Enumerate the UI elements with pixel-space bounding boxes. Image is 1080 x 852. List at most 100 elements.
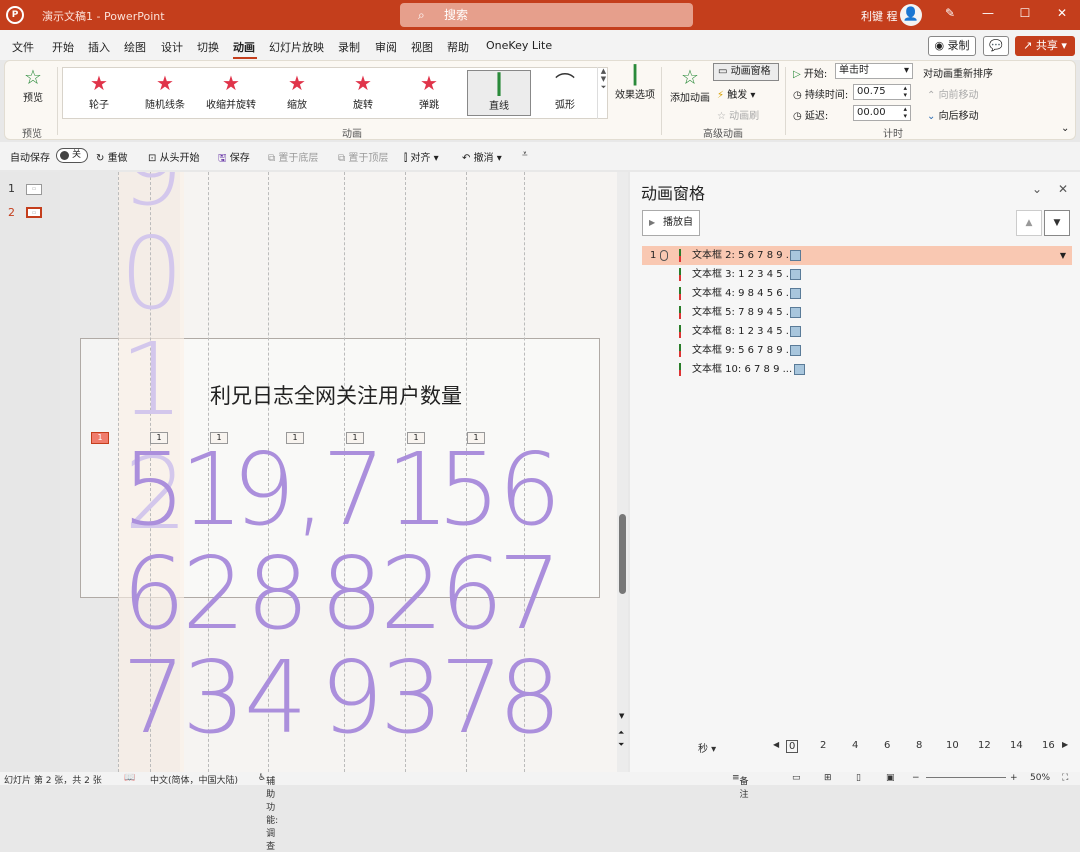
tab-design[interactable]: 设计: [161, 39, 183, 55]
save-button[interactable]: 🖫 保存: [218, 149, 250, 168]
add-animation-button[interactable]: ☆ 添加动画: [669, 65, 711, 104]
timing-bar[interactable]: [790, 269, 801, 280]
slide-thumbnail-2[interactable]: ▭: [26, 207, 42, 218]
zoom-in-icon[interactable]: +: [1010, 773, 1018, 783]
preview-button[interactable]: ☆ 预览: [19, 65, 47, 104]
bring-to-front-button[interactable]: ⧉ 置于顶层: [338, 149, 388, 164]
animation-item[interactable]: 文本框 9: 5 6 7 8 9 ...: [642, 341, 1072, 360]
scroll-down-icon[interactable]: ▼: [619, 712, 624, 720]
comment-icon[interactable]: 💬: [983, 36, 1009, 56]
effect-options-button[interactable]: ┃ 效果选项: [613, 65, 657, 101]
scroll-thumb[interactable]: [619, 514, 626, 594]
effect-wheel[interactable]: ★ 轮子: [67, 70, 131, 116]
tab-help[interactable]: 帮助: [447, 39, 469, 55]
pane-close-icon[interactable]: ✕: [1058, 182, 1068, 196]
timeline-unit[interactable]: 秒 ▾: [698, 740, 716, 755]
tab-onekey[interactable]: OneKey Lite: [486, 39, 552, 52]
zoom-level[interactable]: 50%: [1030, 773, 1050, 783]
record-button[interactable]: ◉ 录制: [928, 36, 976, 56]
pen-icon[interactable]: ✎: [940, 6, 960, 20]
undo-button[interactable]: ↶ 撤消 ▾: [462, 149, 502, 164]
duration-input[interactable]: 00.75 ▴ ▾: [853, 84, 911, 100]
notes-button[interactable]: ≡ 备注: [732, 773, 749, 800]
timing-bar[interactable]: [790, 326, 801, 337]
effect-zoom[interactable]: ★ 缩放: [265, 70, 329, 116]
accessibility-status[interactable]: ♿ 辅助功能: 调查: [258, 773, 278, 852]
timeline-right-icon[interactable]: ▶: [1062, 740, 1068, 749]
spinner-icon[interactable]: ▴ ▾: [903, 106, 907, 120]
animation-item[interactable]: 文本框 5: 7 8 9 4 5 ...: [642, 303, 1072, 322]
tab-home[interactable]: 开始: [52, 39, 74, 55]
canvas-scrollbar[interactable]: ▼ ⏶ ⏷: [617, 172, 628, 772]
maximize-icon[interactable]: ☐: [1015, 6, 1035, 20]
tab-view[interactable]: 视图: [411, 39, 433, 55]
animation-pane-button[interactable]: ▭ 动画窗格: [713, 63, 779, 81]
effect-random-bars[interactable]: ★ 随机线条: [133, 70, 197, 116]
animation-painter-button[interactable]: ☆ 动画刷: [717, 107, 759, 122]
animation-item[interactable]: 文本框 10: 6 7 8 9 ...: [642, 360, 1072, 379]
tab-animations[interactable]: 动画: [233, 39, 255, 55]
align-button[interactable]: ⫿ 对齐 ▾: [404, 149, 439, 164]
effect-arcs[interactable]: ⌒ 弧形: [533, 70, 597, 116]
tab-review[interactable]: 审阅: [375, 39, 397, 55]
move-up-button[interactable]: ▲: [1016, 210, 1042, 236]
timing-bar[interactable]: [794, 364, 805, 375]
sorter-view-icon[interactable]: ⊞: [824, 773, 832, 783]
previous-slide-icon[interactable]: ⏶: [618, 728, 624, 738]
animation-item[interactable]: 文本框 3: 1 2 3 4 5 ...: [642, 265, 1072, 284]
spinner-icon[interactable]: ▴ ▾: [903, 85, 907, 99]
effect-bounce[interactable]: ★ 弹跳: [397, 70, 461, 116]
autosave-toggle[interactable]: 关: [56, 148, 88, 163]
effect-shrink-turn[interactable]: ★ 收缩并旋转: [199, 70, 263, 116]
close-icon[interactable]: ✕: [1052, 6, 1072, 20]
animation-item[interactable]: 1 文本框 2: 5 6 7 8 9 ... ▼: [642, 246, 1072, 265]
normal-view-icon[interactable]: ▭: [792, 773, 801, 783]
tab-insert[interactable]: 插入: [88, 39, 110, 55]
tab-record[interactable]: 录制: [338, 39, 360, 55]
slide-thumbnail-1[interactable]: ▭: [26, 184, 42, 195]
share-button[interactable]: ↗ 共享 ▾: [1015, 36, 1075, 56]
timing-bar[interactable]: [790, 250, 801, 261]
delay-input[interactable]: 00.00 ▴ ▾: [853, 105, 911, 121]
animation-tag[interactable]: 1: [91, 432, 109, 444]
next-slide-icon[interactable]: ⏷: [618, 740, 624, 750]
slideshow-view-icon[interactable]: ▣: [886, 773, 895, 783]
move-down-button[interactable]: ▼: [1044, 210, 1070, 236]
timeline-left-icon[interactable]: ◀: [773, 740, 779, 749]
tab-draw[interactable]: 绘图: [124, 39, 146, 55]
spellcheck-icon[interactable]: 📖: [124, 773, 135, 783]
collapse-ribbon-icon[interactable]: ⌄: [1061, 123, 1069, 134]
play-from-button[interactable]: 播放自: [642, 210, 700, 236]
slide-title[interactable]: 利兄日志全网关注用户数量: [210, 380, 462, 410]
gallery-scroll[interactable]: ▲ ▼ ⏷: [597, 67, 609, 119]
start-select[interactable]: 单击时 ▾: [835, 63, 913, 79]
timing-bar[interactable]: [790, 345, 801, 356]
redo-button[interactable]: ↻ 重做: [96, 149, 128, 164]
tab-file[interactable]: 文件: [12, 39, 34, 55]
fit-slide-icon[interactable]: ⛶: [1062, 773, 1068, 783]
zoom-out-icon[interactable]: −: [912, 773, 920, 783]
search-input[interactable]: ⌕ 搜索: [400, 3, 693, 27]
effect-spin[interactable]: ★ 旋转: [331, 70, 395, 116]
minimize-icon[interactable]: —: [978, 6, 998, 20]
trigger-button[interactable]: ⚡ 触发 ▾: [717, 86, 755, 101]
send-to-back-button[interactable]: ⧉ 置于底层: [268, 149, 318, 164]
language-status[interactable]: 中文(简体，中国大陆): [150, 773, 238, 786]
animation-item[interactable]: 文本框 4: 9 8 4 5 6 ...: [642, 284, 1072, 303]
move-earlier-button[interactable]: ⌃ 向前移动: [927, 86, 979, 101]
tab-slideshow[interactable]: 幻灯片放映: [269, 39, 324, 55]
tab-transitions[interactable]: 切换: [197, 39, 219, 55]
zoom-slider[interactable]: [926, 777, 1006, 778]
timing-bar[interactable]: [790, 307, 801, 318]
from-start-button[interactable]: ⊡ 从头开始: [148, 149, 200, 164]
move-later-button[interactable]: ⌄ 向后移动: [927, 107, 979, 122]
timeline: 秒 ▾ ◀ 0 2 4 6 8 10 12 14 16 ▶: [630, 740, 1080, 760]
pane-options-icon[interactable]: ⌄: [1032, 182, 1042, 196]
animation-item[interactable]: 文本框 8: 1 2 3 4 5 ...: [642, 322, 1072, 341]
avatar[interactable]: 👤: [900, 4, 922, 26]
reading-view-icon[interactable]: ▯: [856, 773, 861, 783]
effect-lines[interactable]: ┃ 直线: [467, 70, 531, 116]
customize-qat-icon[interactable]: ⩡: [522, 149, 528, 160]
timing-bar[interactable]: [790, 288, 801, 299]
item-dropdown-icon[interactable]: ▼: [1060, 246, 1066, 265]
